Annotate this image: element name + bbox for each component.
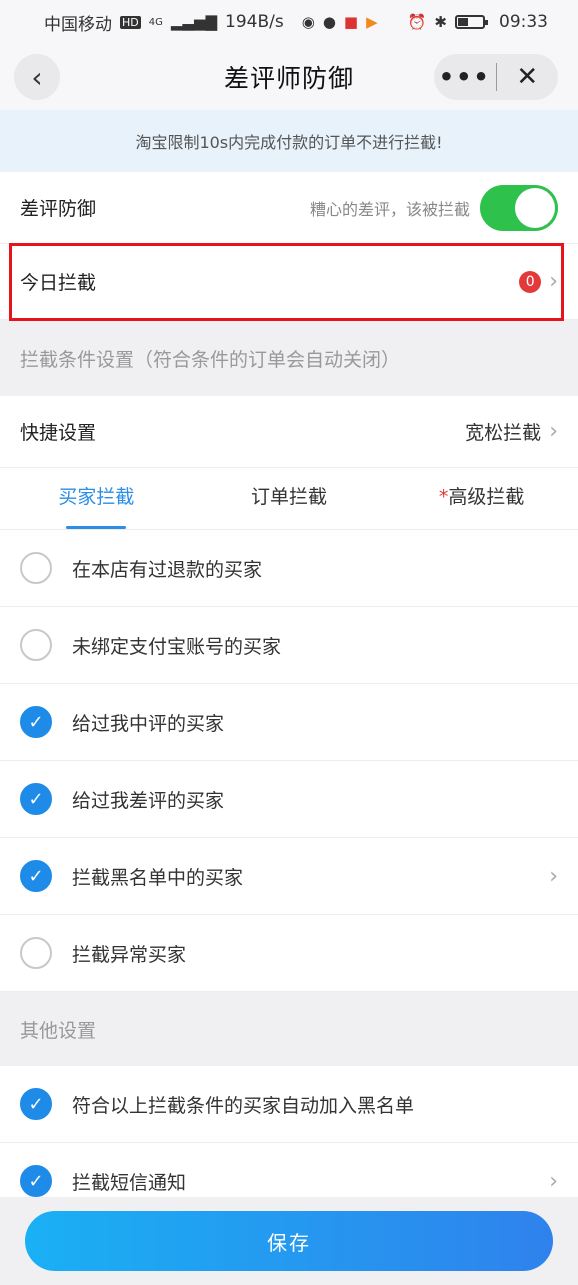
today-intercept-row[interactable]: 今日拦截 0 › bbox=[0, 244, 578, 320]
tab-advanced[interactable]: *高级拦截 bbox=[385, 468, 578, 529]
option-label: 符合以上拦截条件的买家自动加入黑名单 bbox=[72, 1094, 415, 1117]
checkbox-unchecked[interactable] bbox=[20, 937, 52, 969]
option-label: 给过我中评的买家 bbox=[72, 712, 225, 735]
save-button[interactable]: 保存 bbox=[25, 1211, 553, 1271]
battery-icon bbox=[455, 15, 488, 29]
option-label: 拦截黑名单中的买家 bbox=[72, 866, 244, 889]
option-label: 在本店有过退款的买家 bbox=[72, 558, 263, 581]
status-bar: 中国移动 HD 4G ▂▃▅▇ 194B/s ◉ ● ■ ▶ ⏰ ✱ 09:33 bbox=[0, 0, 578, 44]
tab-bar: 买家拦截 订单拦截 *高级拦截 bbox=[0, 468, 578, 530]
required-star: * bbox=[438, 486, 449, 508]
option-abnormal-buyer[interactable]: 拦截异常买家 bbox=[0, 915, 578, 992]
checkbox-unchecked[interactable] bbox=[20, 552, 52, 584]
count-badge: 0 bbox=[519, 270, 542, 293]
close-button[interactable]: ✕ bbox=[497, 54, 559, 100]
time-text: 09:33 bbox=[499, 12, 548, 32]
toggle-knob bbox=[515, 187, 555, 228]
nav-bar: ‹ 差评师防御 ••• ✕ bbox=[0, 44, 578, 110]
option-bad-review[interactable]: ✓ 给过我差评的买家 bbox=[0, 761, 578, 838]
checkbox-unchecked[interactable] bbox=[20, 629, 52, 661]
chevron-right-icon: › bbox=[549, 419, 558, 444]
tab-order[interactable]: 订单拦截 bbox=[193, 468, 386, 529]
bottom-bar: 保存 bbox=[0, 1197, 578, 1285]
option-label: 拦截短信通知 bbox=[72, 1171, 187, 1194]
network-icon: 4G bbox=[148, 16, 163, 28]
notice-banner: 淘宝限制10s内完成付款的订单不进行拦截! bbox=[0, 110, 578, 172]
defense-hint: 糟心的差评，该被拦截 bbox=[309, 199, 470, 219]
check-icon: ✓ bbox=[28, 1170, 44, 1192]
check-icon: ✓ bbox=[28, 788, 44, 810]
quick-label: 快捷设置 bbox=[20, 422, 97, 444]
chevron-left-icon: ‹ bbox=[31, 60, 43, 94]
content[interactable]: ‹ 差评师防御 ••• ✕ 淘宝限制10s内完成付款的订单不进行拦截! 差评防御… bbox=[0, 44, 578, 1241]
back-button[interactable]: ‹ bbox=[14, 54, 60, 100]
carrier-text: 中国移动 bbox=[44, 14, 112, 35]
wechat-icon: ● bbox=[322, 13, 336, 31]
checkbox-checked[interactable]: ✓ bbox=[20, 706, 52, 738]
today-label: 今日拦截 bbox=[20, 272, 97, 294]
check-icon: ✓ bbox=[28, 1093, 44, 1115]
defense-row: 差评防御 糟心的差评，该被拦截 bbox=[0, 172, 578, 244]
option-no-alipay[interactable]: 未绑定支付宝账号的买家 bbox=[0, 607, 578, 684]
checkbox-checked[interactable]: ✓ bbox=[20, 1165, 52, 1197]
conditions-header: 拦截条件设置（符合条件的订单会自动关闭） bbox=[20, 348, 401, 371]
option-label: 给过我差评的买家 bbox=[72, 789, 225, 812]
hd-icon: HD bbox=[120, 15, 141, 29]
option-blacklist[interactable]: ✓ 拦截黑名单中的买家 › bbox=[0, 838, 578, 915]
signal-icon: ▂▃▅▇ bbox=[170, 13, 218, 31]
defense-toggle[interactable] bbox=[480, 184, 558, 231]
app-icon: ■ bbox=[343, 13, 359, 31]
check-icon: ✓ bbox=[28, 711, 44, 733]
checkbox-checked[interactable]: ✓ bbox=[20, 783, 52, 815]
option-label: 拦截异常买家 bbox=[72, 943, 187, 966]
option-auto-blacklist[interactable]: ✓ 符合以上拦截条件的买家自动加入黑名单 bbox=[0, 1066, 578, 1143]
option-refund-buyer[interactable]: 在本店有过退款的买家 bbox=[0, 530, 578, 607]
check-icon: ✓ bbox=[28, 865, 44, 887]
checkbox-checked[interactable]: ✓ bbox=[20, 1088, 52, 1120]
chevron-right-icon: › bbox=[549, 1168, 558, 1194]
chevron-right-icon: › bbox=[549, 863, 558, 889]
more-button[interactable]: ••• bbox=[434, 54, 496, 100]
chevron-right-icon: › bbox=[549, 269, 558, 294]
checkbox-checked[interactable]: ✓ bbox=[20, 860, 52, 892]
option-label: 未绑定支付宝账号的买家 bbox=[72, 635, 282, 658]
other-settings-header: 其他设置 bbox=[20, 1019, 97, 1042]
notification-icon: ◉ bbox=[301, 13, 315, 31]
speed-text: 194B/s bbox=[225, 12, 284, 32]
play-icon: ▶ bbox=[366, 13, 378, 31]
menu-capsule: ••• ✕ bbox=[434, 54, 558, 100]
quick-value: 宽松拦截 bbox=[465, 422, 542, 444]
option-neutral-review[interactable]: ✓ 给过我中评的买家 bbox=[0, 684, 578, 761]
bluetooth-icon: ✱ bbox=[434, 13, 447, 31]
page-title: 差评师防御 bbox=[223, 64, 354, 93]
alarm-icon: ⏰ bbox=[407, 13, 427, 31]
defense-label: 差评防御 bbox=[20, 198, 97, 220]
tab-buyer[interactable]: 买家拦截 bbox=[0, 468, 193, 529]
quick-setting-row[interactable]: 快捷设置 宽松拦截 › bbox=[0, 396, 578, 468]
tab-advanced-label: 高级拦截 bbox=[448, 486, 525, 508]
